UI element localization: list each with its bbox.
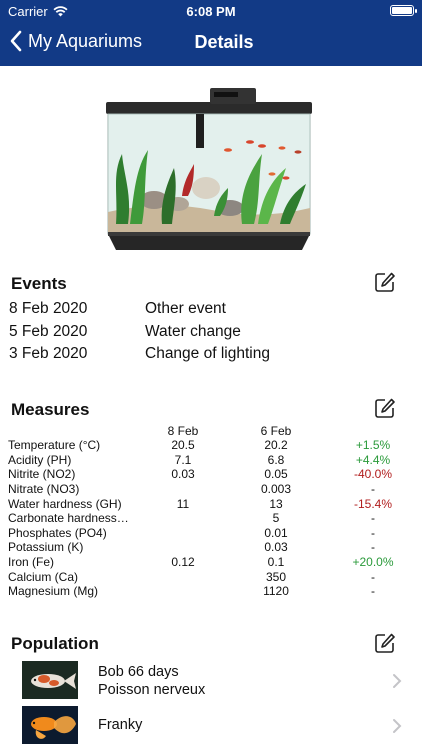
measure-change: - xyxy=(371,511,375,526)
measure-value-2: 13 xyxy=(269,496,283,511)
navigation-bar: Carrier 6:08 PM My Aquariums Details xyxy=(0,0,422,66)
measure-name: Magnesium (Mg) xyxy=(8,584,99,599)
measure-value-2: 350 xyxy=(265,569,287,584)
column-date-1: 8 Feb xyxy=(167,424,199,438)
measure-value-2: 0.03 xyxy=(264,540,288,555)
measure-row: Nitrate (NO3) 0.003 - xyxy=(8,482,413,497)
measure-change: +20.0% xyxy=(352,555,394,570)
population-text: Bob 66 days Poisson nerveux xyxy=(98,663,205,699)
edit-population-icon[interactable] xyxy=(374,632,396,654)
measure-row: Magnesium (Mg) 1120 - xyxy=(8,584,413,599)
measure-row: Water hardness (GH) 11 13 -15.4% xyxy=(8,496,413,511)
measure-row: Phosphates (PO4) 0.01 - xyxy=(8,526,413,541)
population-name: Bob 66 days xyxy=(98,664,179,680)
edit-events-icon[interactable] xyxy=(374,271,396,293)
measures-table: 8 Feb 6 Feb Temperature (°C) 20.5 20.2 +1.5… xyxy=(8,424,413,599)
measure-row: Carbonate hardness… 5 - xyxy=(8,511,413,526)
measure-change: - xyxy=(371,525,375,540)
measure-change: -15.4% xyxy=(353,496,393,511)
event-row[interactable]: 3 Feb 2020 Change of lighting xyxy=(9,343,409,366)
measure-name: Potassium (K) xyxy=(8,540,84,555)
measure-row: Temperature (°C) 20.5 20.2 +1.5% xyxy=(8,438,413,453)
aquarium-image xyxy=(106,88,312,250)
measure-value-2: 0.01 xyxy=(264,525,288,540)
event-label: Other event xyxy=(145,300,226,318)
events-list: 8 Feb 2020 Other event 5 Feb 2020 Water … xyxy=(9,298,409,366)
measure-value-1: 7.1 xyxy=(174,452,192,467)
population-name: Franky xyxy=(98,717,143,733)
measures-header: 8 Feb 6 Feb xyxy=(8,424,413,438)
population-row[interactable]: Franky xyxy=(0,706,422,746)
status-time: 6:08 PM xyxy=(186,4,236,19)
measure-row: Nitrite (NO2) 0.03 0.05 -40.0% xyxy=(8,467,413,482)
measure-value-1: 11 xyxy=(176,496,190,511)
event-row[interactable]: 5 Feb 2020 Water change xyxy=(9,321,409,344)
measure-value-2: 5 xyxy=(272,511,280,526)
event-label: Water change xyxy=(145,322,241,340)
measure-change: -40.0% xyxy=(353,467,393,482)
event-row[interactable]: 8 Feb 2020 Other event xyxy=(9,298,409,321)
measure-row: Acidity (PH) 7.1 6.8 +4.4% xyxy=(8,453,413,468)
status-bar: Carrier 6:08 PM xyxy=(0,0,422,22)
measure-row: Calcium (Ca) 350 - xyxy=(8,569,413,584)
measure-change: +4.4% xyxy=(355,452,391,467)
measures-title: Measures xyxy=(11,400,90,419)
battery-icon xyxy=(390,5,417,16)
measure-change: - xyxy=(371,584,375,599)
measure-value-2: 20.2 xyxy=(264,438,288,453)
measure-name: Nitrite (NO2) xyxy=(8,467,76,482)
population-species: Poisson nerveux xyxy=(98,682,206,698)
measure-row: Potassium (K) 0.03 - xyxy=(8,540,413,555)
population-title: Population xyxy=(11,634,99,653)
measure-row: Iron (Fe) 0.12 0.1 +20.0% xyxy=(8,555,413,570)
measure-name: Nitrate (NO3) xyxy=(8,482,80,497)
page-title: Details xyxy=(194,32,254,52)
koi-fish-thumbnail xyxy=(22,661,78,699)
measure-name: Iron (Fe) xyxy=(8,555,55,570)
measure-name: Temperature (°C) xyxy=(8,438,101,453)
measure-change: - xyxy=(371,569,375,584)
event-label: Change of lighting xyxy=(145,345,270,363)
events-title: Events xyxy=(11,274,67,293)
population-text: Franky xyxy=(98,716,142,734)
measure-change: +1.5% xyxy=(355,438,391,453)
event-date: 3 Feb 2020 xyxy=(9,345,88,363)
goldfish-thumbnail xyxy=(22,706,78,744)
event-date: 8 Feb 2020 xyxy=(9,300,88,318)
measure-name: Acidity (PH) xyxy=(8,452,72,467)
measure-change: - xyxy=(371,482,375,497)
event-date: 5 Feb 2020 xyxy=(9,322,88,340)
measure-value-2: 6.8 xyxy=(267,452,285,467)
measure-name: Calcium (Ca) xyxy=(8,569,79,584)
measure-value-2: 0.05 xyxy=(264,467,288,482)
measure-value-1: 20.5 xyxy=(171,438,195,453)
measure-value-1: 0.12 xyxy=(171,555,195,570)
measure-name: Phosphates (PO4) xyxy=(8,525,107,540)
edit-measures-icon[interactable] xyxy=(374,397,396,419)
chevron-right-icon xyxy=(393,719,402,733)
measure-value-2: 0.1 xyxy=(267,555,285,570)
measure-name: Water hardness (GH) xyxy=(8,496,122,511)
column-date-2: 6 Feb xyxy=(260,424,292,438)
measure-change: - xyxy=(371,540,375,555)
population-row[interactable]: Bob 66 days Poisson nerveux xyxy=(0,661,422,701)
chevron-right-icon xyxy=(393,674,402,688)
measure-value-2: 0.003 xyxy=(260,482,292,497)
measure-value-2: 1120 xyxy=(263,584,289,599)
measure-value-1: 0.03 xyxy=(171,467,195,482)
measure-name: Carbonate hardness… xyxy=(8,511,129,526)
